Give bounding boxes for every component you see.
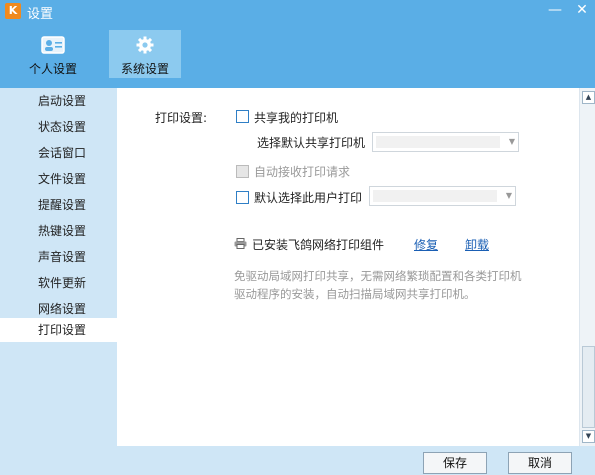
user-card-icon: [41, 36, 65, 54]
title-bar: K 设置 — ✕: [0, 0, 595, 22]
tab-system-settings[interactable]: 系统设置: [109, 30, 181, 78]
tab-personal-settings[interactable]: 个人设置: [17, 30, 89, 78]
close-button[interactable]: ✕: [570, 1, 594, 19]
scroll-up-icon[interactable]: ▲: [582, 91, 595, 104]
sidebar-item-chat-window[interactable]: 会话窗口: [0, 141, 117, 165]
default-user-print-checkbox[interactable]: [236, 191, 249, 204]
sidebar-item-update[interactable]: 软件更新: [0, 271, 117, 295]
uninstall-link[interactable]: 卸载: [465, 236, 489, 253]
save-button[interactable]: 保存: [423, 452, 487, 474]
share-printer-label: 共享我的打印机: [254, 111, 339, 125]
scroll-down-icon[interactable]: ▼: [582, 430, 595, 443]
sidebar-item-status[interactable]: 状态设置: [0, 115, 117, 139]
sidebar-item-sound[interactable]: 声音设置: [0, 245, 117, 269]
share-printer-checkbox[interactable]: [236, 110, 249, 123]
top-tab-bar: 个人设置 系统设置: [0, 22, 595, 88]
tab-label: 系统设置: [120, 62, 169, 76]
sidebar-item-startup[interactable]: 启动设置: [0, 89, 117, 113]
sidebar-item-file[interactable]: 文件设置: [0, 167, 117, 191]
sidebar: 启动设置 状态设置 会话窗口 文件设置 提醒设置 热键设置 声音设置 软件更新 …: [0, 88, 117, 475]
repair-link[interactable]: 修复: [414, 236, 438, 253]
sidebar-item-print[interactable]: 打印设置: [0, 318, 117, 342]
dropdown-value: [373, 190, 497, 202]
dropdown-value: [376, 136, 500, 148]
chevron-down-icon: ▼: [505, 191, 512, 200]
tab-label: 个人设置: [28, 62, 77, 76]
installed-component-label: 已安装飞鸽网络打印组件: [252, 238, 385, 252]
printer-icon: [234, 238, 247, 249]
default-shared-printer-label: 选择默认共享打印机: [257, 136, 366, 150]
window-title: 设置: [27, 7, 54, 22]
print-settings-panel: 打印设置: 共享我的打印机 选择默认共享打印机 ▼ 自动接收打印请求 默认选择此…: [117, 88, 579, 446]
default-shared-printer-dropdown[interactable]: ▼: [372, 132, 519, 152]
vertical-scrollbar[interactable]: ▲ ▼: [579, 88, 595, 446]
print-description: 免驱动局域网打印共享，无需网络繁琐配置和各类打印机驱动程序的安装，自动扫描局域网…: [234, 269, 522, 301]
cancel-button[interactable]: 取消: [508, 452, 572, 474]
sidebar-item-reminder[interactable]: 提醒设置: [0, 193, 117, 217]
chevron-down-icon: ▼: [508, 137, 515, 146]
section-label: 打印设置:: [155, 111, 208, 125]
gear-icon: [136, 36, 154, 54]
auto-accept-checkbox[interactable]: [236, 165, 249, 178]
auto-accept-label: 自动接收打印请求: [254, 165, 351, 179]
app-logo-icon: K: [5, 3, 21, 19]
sidebar-item-hotkey[interactable]: 热键设置: [0, 219, 117, 243]
scroll-thumb[interactable]: [582, 346, 595, 428]
default-user-print-dropdown[interactable]: ▼: [369, 186, 516, 206]
default-user-print-label: 默认选择此用户打印: [254, 191, 363, 205]
minimize-button[interactable]: —: [543, 1, 567, 19]
footer-bar: 保存 取消: [117, 446, 595, 475]
